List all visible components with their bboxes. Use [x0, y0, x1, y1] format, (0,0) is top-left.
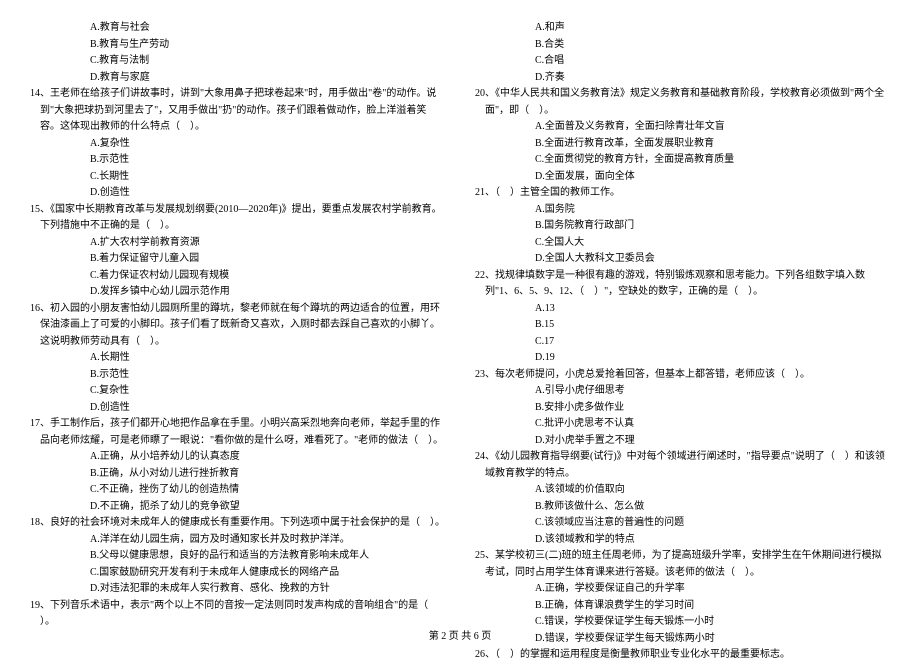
option-line: C.长期性: [30, 169, 445, 186]
option-line: B.合类: [475, 37, 890, 54]
option-line: B.正确，从小对幼儿进行挫折教育: [30, 466, 445, 483]
option-line: C.17: [475, 334, 890, 351]
option-line: B.示范性: [30, 367, 445, 384]
option-line: D.创造性: [30, 400, 445, 417]
question-line: 19、下列音乐术语中，表示"两个以上不同的音按一定法则同时发声构成的音响组合"的…: [30, 598, 445, 631]
option-line: C.全国人大: [475, 235, 890, 252]
question-line: 25、某学校初三(二)班的班主任周老师，为了提高班级升学率，安排学生在午休期间进…: [475, 548, 890, 581]
option-line: B.国务院教育行政部门: [475, 218, 890, 235]
option-line: B.教育与生产劳动: [30, 37, 445, 54]
option-line: B.全面进行教育改革，全面发展职业教育: [475, 136, 890, 153]
option-line: A.长期性: [30, 350, 445, 367]
option-line: C.教育与法制: [30, 53, 445, 70]
option-line: B.正确，体育课浪费学生的学习时间: [475, 598, 890, 615]
option-line: C.国家鼓励研究开发有利于未成年人健康成长的网络产品: [30, 565, 445, 582]
option-line: A.国务院: [475, 202, 890, 219]
option-line: A.13: [475, 301, 890, 318]
option-line: C.批评小虎思考不认真: [475, 416, 890, 433]
option-line: D.19: [475, 350, 890, 367]
option-line: D.创造性: [30, 185, 445, 202]
option-line: D.全面发展，面向全体: [475, 169, 890, 186]
right-column: A.和声B.合类C.合唱D.齐奏20、《中华人民共和国义务教育法》规定义务教育和…: [475, 20, 890, 610]
question-line: 22、找规律填数字是一种很有趣的游戏，特别锻炼观察和思考能力。下列各组数字填入数…: [475, 268, 890, 301]
option-line: A.引导小虎仔细思考: [475, 383, 890, 400]
option-line: C.不正确，挫伤了幼儿的创造热情: [30, 482, 445, 499]
option-line: B.安排小虎多做作业: [475, 400, 890, 417]
question-line: 21、（ ）主管全国的教师工作。: [475, 185, 890, 202]
option-line: A.该领域的价值取向: [475, 482, 890, 499]
option-line: D.齐奏: [475, 70, 890, 87]
option-line: A.复杂性: [30, 136, 445, 153]
option-line: D.对违法犯罪的未成年人实行教育、感化、挽救的方针: [30, 581, 445, 598]
option-line: C.合唱: [475, 53, 890, 70]
question-line: 16、初入园的小朋友害怕幼儿园厕所里的蹲坑，黎老师就在每个蹲坑的两边适合的位置，…: [30, 301, 445, 351]
page-footer: 第 2 页 共 6 页: [0, 627, 920, 642]
option-line: D.教育与家庭: [30, 70, 445, 87]
question-line: 26、（ ）的掌握和运用程度是衡量教师职业专业化水平的最重要标志。: [475, 647, 890, 664]
option-line: D.该领域教和学的特点: [475, 532, 890, 549]
option-line: C.着力保证农村幼儿园现有规模: [30, 268, 445, 285]
question-line: 20、《中华人民共和国义务教育法》规定义务教育和基础教育阶段，学校教育必须做到"…: [475, 86, 890, 119]
option-line: B.教师该做什么、怎么做: [475, 499, 890, 516]
option-line: C.该领域应当注意的普遍性的问题: [475, 515, 890, 532]
option-line: B.着力保证留守儿童入园: [30, 251, 445, 268]
option-line: A.全面普及义务教育，全面扫除青壮年文盲: [475, 119, 890, 136]
option-line: D.不正确，扼杀了幼儿的竞争欲望: [30, 499, 445, 516]
option-line: D.发挥乡镇中心幼儿园示范作用: [30, 284, 445, 301]
option-line: B.父母以健康思想，良好的品行和适当的方法教育影响未成年人: [30, 548, 445, 565]
question-line: 24、《幼儿园教育指导纲要(试行)》中对每个领域进行阐述时，"指导要点"说明了（…: [475, 449, 890, 482]
option-line: A.正确，学校要保证自己的升学率: [475, 581, 890, 598]
option-line: A.教育与社会: [30, 20, 445, 37]
option-line: C.复杂性: [30, 383, 445, 400]
question-line: 14、王老师在给孩子们讲故事时，讲到"大象用鼻子把球卷起来"时，用手做出"卷"的…: [30, 86, 445, 136]
option-line: C.全面贯彻党的教育方针，全面提高教育质量: [475, 152, 890, 169]
question-line: 23、每次老师提问，小虎总爱抢着回答，但基本上都答错，老师应该（ ）。: [475, 367, 890, 384]
two-column-layout: A.教育与社会B.教育与生产劳动C.教育与法制D.教育与家庭14、王老师在给孩子…: [30, 20, 890, 610]
left-column: A.教育与社会B.教育与生产劳动C.教育与法制D.教育与家庭14、王老师在给孩子…: [30, 20, 445, 610]
option-line: B.15: [475, 317, 890, 334]
option-line: A.洋洋在幼儿园生病，园方及时通知家长并及时救护洋洋。: [30, 532, 445, 549]
question-line: 17、手工制作后，孩子们都开心地把作品拿在手里。小明兴高采烈地奔向老师，举起手里…: [30, 416, 445, 449]
option-line: D.对小虎举手置之不理: [475, 433, 890, 450]
question-line: 18、良好的社会环境对未成年人的健康成长有重要作用。下列选项中属于社会保护的是（…: [30, 515, 445, 532]
question-line: 15、《国家中长期教育改革与发展规划纲要(2010—2020年)》提出，要重点发…: [30, 202, 445, 235]
option-line: B.示范性: [30, 152, 445, 169]
option-line: A.和声: [475, 20, 890, 37]
option-line: A.扩大农村学前教育资源: [30, 235, 445, 252]
option-line: D.全国人大教科文卫委员会: [475, 251, 890, 268]
option-line: A.正确，从小培养幼儿的认真态度: [30, 449, 445, 466]
